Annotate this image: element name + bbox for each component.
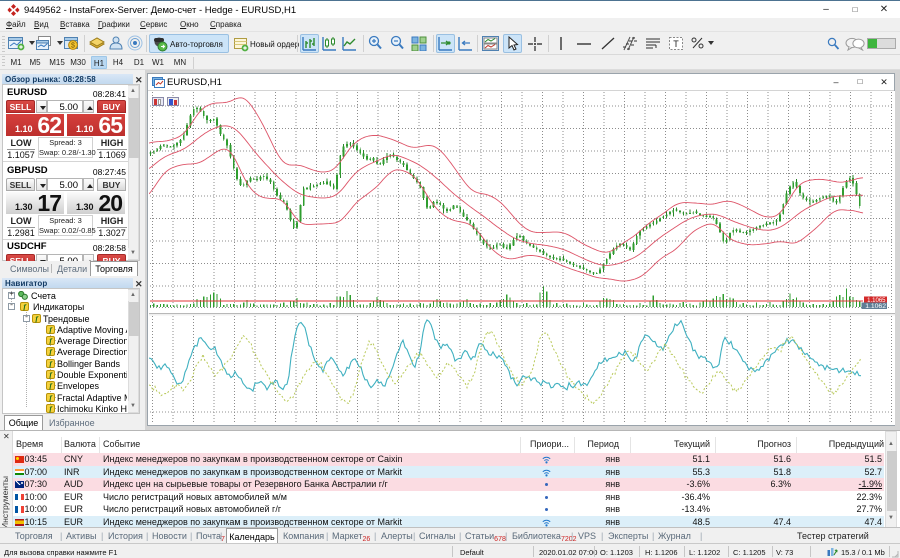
svg-text:$: $ bbox=[71, 43, 75, 50]
svg-text:1.1062: 1.1062 bbox=[865, 303, 886, 310]
svg-text:T: T bbox=[673, 39, 679, 49]
